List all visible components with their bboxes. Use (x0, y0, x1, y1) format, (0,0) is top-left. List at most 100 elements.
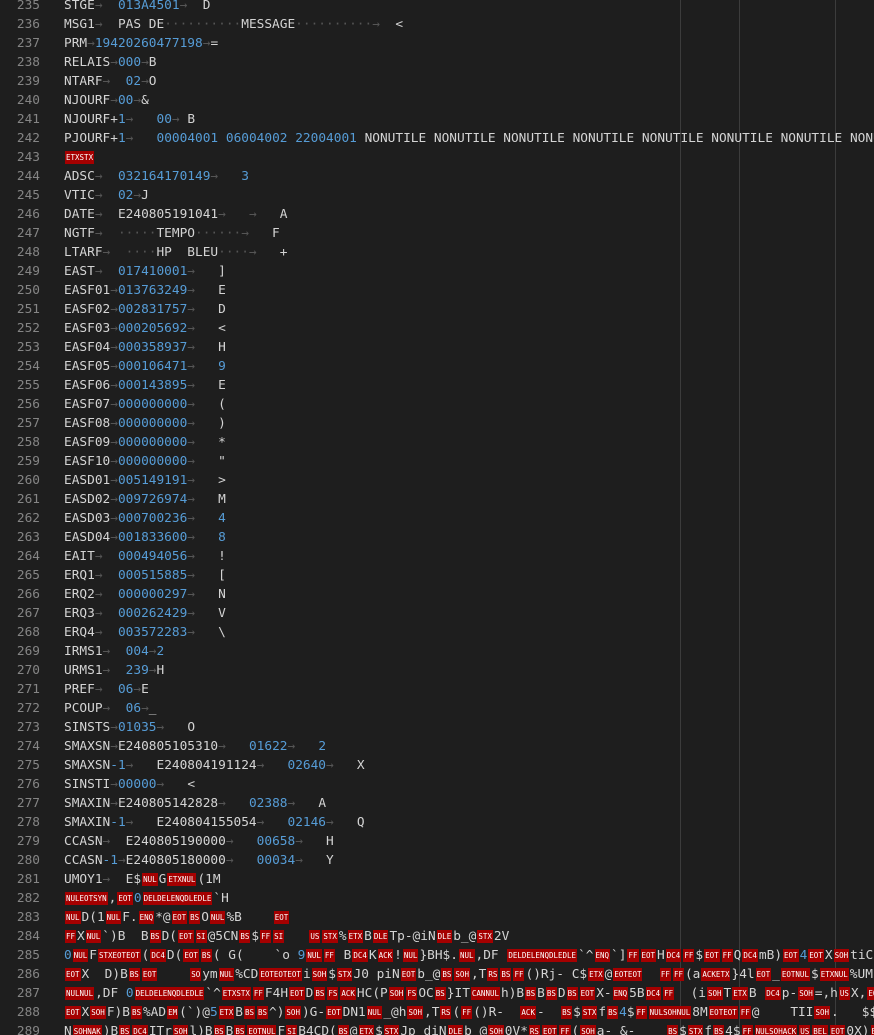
text-token: `^ (205, 986, 221, 1001)
editor-line[interactable]: 248 LTARF→ ····HP BLEU····→ + (0, 243, 874, 262)
editor-line[interactable]: 280 CCASN-1→E240805180000→ 00034→ Y (0, 851, 874, 870)
editor-line[interactable]: 260 EASD01→005149191→ > (0, 471, 874, 490)
editor-line[interactable]: 243 ETXSTX (0, 148, 874, 167)
control-char-badge: STX (336, 968, 353, 981)
control-char-badge: DC4 (765, 987, 781, 1000)
text-token: D( (161, 929, 177, 944)
line-content: EASD02→009726974→ M (64, 490, 226, 509)
editor-line[interactable]: 237 PRM→19420260477198→= (0, 34, 874, 53)
line-number: 236 (16, 17, 40, 32)
editor-line[interactable]: 275 SMAXSN-1→ E240804191124→ 02640→ X (0, 756, 874, 775)
numeric-token: 003572283 (117, 625, 188, 640)
editor-line[interactable]: 282 NULEOTSYN, EOT 0 DELDELENQDLEDLE `H (0, 889, 874, 908)
control-char-badge: BS (500, 968, 512, 981)
editor-line[interactable]: 287 NULNUL ,DF 0 DELDELENQDLEDLE `^ ETXSTX FF F… (0, 984, 874, 1003)
numeric-token: 239 (125, 663, 149, 678)
control-char-badge: BS (667, 1025, 679, 1035)
line-content: EOT X D)B BS EOT SO ym NUL %CD EOTEOTEOT i SOH $ ST… (64, 965, 873, 984)
editor-line[interactable]: 278 SMAXIN-1→ E240804155054→ 02146→ Q (0, 813, 874, 832)
numeric-token: 000700236 (117, 511, 188, 526)
editor-line[interactable]: 270 URMS1→ 239→H (0, 661, 874, 680)
editor-line[interactable]: 246 DATE→ E240805191041→ → A (0, 205, 874, 224)
editor-line[interactable]: 266 ERQ2→ 000000297→ N (0, 585, 874, 604)
editor-line[interactable]: 253 EASF04→000358937→ H (0, 338, 874, 357)
editor-line[interactable]: 244 ADSC→ 032164170149→ 3 (0, 167, 874, 186)
control-char-badge: BS (149, 930, 161, 943)
text-token: @ TII (751, 1005, 814, 1020)
editor-line[interactable]: 238 RELAIS→000→B (0, 53, 874, 72)
text-token: b @ (464, 1024, 488, 1035)
control-char-badge: EOT (289, 987, 305, 1000)
whitespace-marker: → (187, 530, 219, 545)
editor-line[interactable]: 264 EAIT→ 000494056→ ! (0, 547, 874, 566)
text-token: Y (326, 853, 334, 868)
line-content: PCOUP→ 06→_ (64, 699, 157, 718)
control-char-badge: SOH (388, 987, 405, 1000)
text-token: ( (218, 397, 226, 412)
numeric-token: 19420260477198 (94, 36, 203, 51)
editor-line[interactable]: 269 IRMS1→ 004→2 (0, 642, 874, 661)
line-content: DATE→ E240805191041→ → A (64, 205, 287, 224)
editor-line[interactable]: 251 EASF02→002831757→ D (0, 300, 874, 319)
whitespace-marker: → (110, 397, 118, 412)
editor-line[interactable]: 256 EASF07→000000000→ ( (0, 395, 874, 414)
line-number: 264 (16, 549, 40, 564)
whitespace-marker: → (110, 283, 118, 298)
line-content: EASF01→013763249→ E (64, 281, 226, 300)
editor-line[interactable]: 279 CCASN→ E240805190000→ 00658→ H (0, 832, 874, 851)
editor-line[interactable]: 242 PJOURF+1→ 00004001 06004002 22004001 … (0, 129, 874, 148)
editor-line[interactable]: 285 0 NUL F STXEOTEOT(DC4 D(EOT BS( G( `o 9 NUL… (0, 946, 874, 965)
editor-line[interactable]: 288 EOT X SOH F)B BS %AD EM (`)@5 ETX B BS BS ^) SOH)G… (0, 1003, 874, 1022)
editor-line[interactable]: 277 SMAXIN→E240805142828→ 02388→ A (0, 794, 874, 813)
editor-line[interactable]: 263 EASD04→001833600→ 8 (0, 528, 874, 547)
editor-line[interactable]: 286 EOT X D)B BS EOT SO ym NUL %CD EOTEOTEOT i SOH… (0, 965, 874, 984)
whitespace-marker: → (156, 777, 188, 792)
editor-line[interactable]: 281 UMOY1→ E$ NUL G ETXNUL (1M (0, 870, 874, 889)
editor-line[interactable]: 241 NJOURF+1→ 00→ B (0, 110, 874, 129)
editor-line[interactable]: 252 EASF03→000205692→ < (0, 319, 874, 338)
editor-line[interactable]: 284 FF X NUL `)B B BS D(EOT SI @5CN BS $ FF SI US STX… (0, 927, 874, 946)
editor-line[interactable]: 271 PREF→ 06→E (0, 680, 874, 699)
editor[interactable]: 235 STGE→ 013A4501→ D 236 MSG1→ PAS DE·····… (0, 0, 874, 1035)
text-token: EAST (64, 264, 95, 279)
line-content: NGTF→ ·····TEMPO······→ F (64, 224, 280, 243)
editor-line[interactable]: 283 NUL D(1 NUL F. ENQ *@ EOT BS O NUL %B EOT (0, 908, 874, 927)
text-token: ( (141, 948, 150, 963)
text-token: (a (684, 967, 701, 982)
whitespace-marker: → (125, 758, 157, 773)
editor-line[interactable]: 261 EASD02→009726974→ M (0, 490, 874, 509)
editor-line[interactable]: 249 EAST→ 017410001→ ] (0, 262, 874, 281)
editor-line[interactable]: 265 ERQ1→ 000515885→ [ (0, 566, 874, 585)
editor-line[interactable]: 258 EASF09→000000000→ * (0, 433, 874, 452)
text-token: E (141, 682, 149, 697)
editor-line[interactable]: 250 EASF01→013763249→ E (0, 281, 874, 300)
editor-line[interactable]: 235 STGE→ 013A4501→ D (0, 0, 874, 15)
line-number: 235 (16, 0, 40, 13)
editor-line[interactable]: 236 MSG1→ PAS DE··········MESSAGE········… (0, 15, 874, 34)
control-char-badge: EOT (183, 949, 199, 962)
editor-line[interactable]: 268 ERQ4→ 003572283→ \ (0, 623, 874, 642)
text-token: Q (733, 948, 742, 963)
editor-line[interactable]: 240 NJOURF→00→& (0, 91, 874, 110)
control-char-badge: NUL (366, 1006, 383, 1019)
editor-line[interactable]: 259 EASF10→000000000→ " (0, 452, 874, 471)
editor-line[interactable]: 255 EASF06→000143895→ E (0, 376, 874, 395)
text-token: 2V (493, 929, 510, 944)
editor-line[interactable]: 247 NGTF→ ·····TEMPO······→ F (0, 224, 874, 243)
editor-line[interactable]: 245 VTIC→ 02→J (0, 186, 874, 205)
control-char-badge: FF (741, 1025, 753, 1035)
editor-line[interactable]: 272 PCOUP→ 06→_ (0, 699, 874, 718)
text-token: IRMS1 (64, 644, 103, 659)
numeric-token: 002831757 (117, 302, 188, 317)
editor-line[interactable]: 289 N SOHNAK)B BS DC4 ITr SOH l)B BS B BS EOTNUL F SI… (0, 1022, 874, 1035)
editor-line[interactable]: 267 ERQ3→ 000262429→ V (0, 604, 874, 623)
editor-line[interactable]: 254 EASF05→000106471→ 9 (0, 357, 874, 376)
editor-line[interactable]: 262 EASD03→000700236→ 4 (0, 509, 874, 528)
text-token: PAS DE (117, 17, 165, 32)
editor-line[interactable]: 274 SMAXSN→E240805105310→ 01622→ 2 (0, 737, 874, 756)
editor-line[interactable]: 276 SINSTI→00000→ < (0, 775, 874, 794)
editor-line[interactable]: 239 NTARF→ 02→O (0, 72, 874, 91)
whitespace-marker: → (225, 853, 257, 868)
editor-line[interactable]: 257 EASF08→000000000→ ) (0, 414, 874, 433)
editor-line[interactable]: 273 SINSTS→01035→ O (0, 718, 874, 737)
